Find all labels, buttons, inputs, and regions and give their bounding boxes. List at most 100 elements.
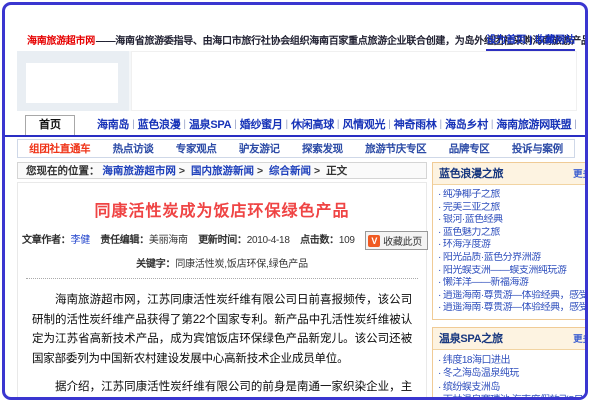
article-keywords: 关键字：同康活性炭,饭店环保,绿色产品 xyxy=(18,255,426,270)
nav-item-haidao[interactable]: 海岛乡村 xyxy=(445,116,488,132)
nav-item-wenquanspa[interactable]: 温泉SPA xyxy=(189,116,231,132)
keywords-label: 关键字： xyxy=(136,259,175,270)
sidebar-link[interactable]: ·完美三亚之旅 xyxy=(438,202,588,215)
article-column: 您现在的位置： 海南旅游超市网> 国内旅游新闻> 综合新闻> 正文 同康活性炭成… xyxy=(17,162,427,400)
main-nav: 首页 海南岛| 蓝色浪漫| 温泉SPA| 婚纱蜜月| 休闲高球| 风情观光| 神… xyxy=(5,115,585,137)
sidebar-box-header: 温泉SPA之旅 更多>> xyxy=(433,328,588,350)
sidebar-link[interactable]: ·懒洋洋——新福海游 xyxy=(438,277,588,290)
bullet-icon: · xyxy=(438,202,441,213)
sidebar-link[interactable]: ·蓝色魅力之旅 xyxy=(438,227,588,240)
site-header: 海南旅游超市网——海南省旅游委指导、由海口市旅行社协会组织海南百家重点旅游企业联… xyxy=(5,5,585,49)
article-paragraph: 据介绍，江苏同康活性炭纤维有限公司的前身是南通一家织染企业，主要从事纺织品的来料… xyxy=(32,378,412,400)
article-title: 同康活性炭成为饭店环保绿色产品 xyxy=(18,197,426,221)
clicks-field: 点击数：109 xyxy=(300,235,355,246)
subnav-item-pinpai[interactable]: 品牌专区 xyxy=(449,141,490,156)
main-content: 您现在的位置： 海南旅游超市网> 国内旅游新闻> 综合新闻> 正文 同康活性炭成… xyxy=(17,162,575,400)
favorite-site-link[interactable]: 收藏网站 xyxy=(535,35,575,46)
set-home-link[interactable]: 设为首页 xyxy=(486,35,526,46)
bullet-icon: · xyxy=(438,290,441,301)
nav-item-hunsha[interactable]: 婚纱蜜月 xyxy=(240,116,283,132)
nav-item-lianmeng[interactable]: 海南旅游网联盟 xyxy=(496,116,571,132)
favorite-icon: V xyxy=(368,235,380,247)
sidebar-link-label: 纬度18海口进出 xyxy=(443,355,510,366)
article-body: 海南旅游超市网，江苏同康活性炭纤维有限公司日前喜报频传，该公司研制的活性炭纤维产… xyxy=(18,279,426,400)
breadcrumb-separator: > xyxy=(314,165,320,177)
author-label: 文章作者： xyxy=(22,235,71,246)
author-link[interactable]: 李健 xyxy=(71,235,90,246)
sidebar-box-blue-romance: 蓝色浪漫之旅 更多>> ·纯净椰子之旅 ·完美三亚之旅 ·银河·蓝色经典 ·蓝色… xyxy=(432,162,588,320)
updated-field: 更新时间：2010-4-18 xyxy=(198,235,289,246)
bullet-icon: · xyxy=(438,227,441,238)
more-link[interactable]: 更多>> xyxy=(573,166,588,180)
breadcrumb-link-zonghe[interactable]: 综合新闻 xyxy=(269,165,311,177)
sidebar-link[interactable]: ·缤纷蜈支洲岛 xyxy=(438,381,588,395)
bullet-icon: · xyxy=(438,214,441,225)
sidebar-link[interactable]: ·纯净椰子之旅 xyxy=(438,189,588,202)
tab-home[interactable]: 首页 xyxy=(25,115,75,135)
updated-label: 更新时间： xyxy=(198,235,247,246)
sidebar-link-label: 环海浮度游 xyxy=(443,239,491,250)
sidebar-link-label: 逍遥海南·尊贵游—体验经典，感受尊贵 xyxy=(443,302,588,313)
bullet-icon: · xyxy=(438,277,441,288)
sidebar-link[interactable]: ·逍遥海南·尊贵游—体验经典，感受尊贵 xyxy=(438,290,588,303)
editor-field: 责任编辑：美丽海南 xyxy=(100,235,187,246)
sidebar-box-title: 温泉SPA之旅 xyxy=(439,330,503,346)
main-nav-links: 海南岛| 蓝色浪漫| 温泉SPA| 婚纱蜜月| 休闲高球| 风情观光| 神奇雨林… xyxy=(75,116,585,135)
sidebar-link-label: 阳光品质·蓝色分界洲游 xyxy=(443,252,541,263)
sidebar-box-spa: 温泉SPA之旅 更多>> ·纬度18海口进出 ·冬之海岛温泉纯玩 ·缤纷蜈支洲岛… xyxy=(432,327,588,400)
nav-item-shenqi[interactable]: 神奇雨林 xyxy=(394,116,437,132)
sidebar-link-label: 逍遥海南·尊贵游—体验经典，感受尊贵 xyxy=(443,290,588,301)
editor-value: 美丽海南 xyxy=(149,235,188,246)
favorite-page-label: 收藏此页 xyxy=(383,233,422,248)
sidebar-link[interactable]: ·阳光蜈支洲——蜈支洲纯玩游 xyxy=(438,265,588,278)
subnav-item-jieqing[interactable]: 旅游节庆专区 xyxy=(365,141,426,156)
bullet-icon: · xyxy=(438,395,441,400)
breadcrumb-link-news[interactable]: 国内旅游新闻 xyxy=(191,165,254,177)
bullet-icon: · xyxy=(438,252,441,263)
subnav-item-lvyou[interactable]: 驴友游记 xyxy=(239,141,280,156)
nav-separator: | xyxy=(491,119,494,130)
banner-main-placeholder xyxy=(131,51,577,111)
header-links: 设为首页|收藏网站 xyxy=(486,31,575,51)
sidebar-link-label: 雨林温泉赛璞池 海南度假放飞5日 xyxy=(443,395,583,400)
sidebar-link[interactable]: ·逍遥海南·尊贵游—体验经典，感受尊贵 xyxy=(438,302,588,315)
sidebar-link[interactable]: ·雨林温泉赛璞池 海南度假放飞5日 xyxy=(438,394,588,400)
sidebar-link-label: 阳光蜈支洲——蜈支洲纯玩游 xyxy=(443,265,567,276)
subnav-item-tousu[interactable]: 投诉与案例 xyxy=(512,141,563,156)
bullet-icon: · xyxy=(438,239,441,250)
sidebar-link-list: ·纬度18海口进出 ·冬之海岛温泉纯玩 ·缤纷蜈支洲岛 ·雨林温泉赛璞池 海南度… xyxy=(433,350,588,400)
breadcrumb-link-home[interactable]: 海南旅游超市网 xyxy=(102,165,176,177)
nav-separator: | xyxy=(388,119,391,130)
nav-separator: | xyxy=(132,119,135,130)
sidebar-link-label: 纯净椰子之旅 xyxy=(443,189,500,200)
sidebar-link[interactable]: ·阳光品质·蓝色分界洲游 xyxy=(438,252,588,265)
sidebar-box-title: 蓝色浪漫之旅 xyxy=(439,165,503,181)
sidebar-link[interactable]: ·纬度18海口进出 xyxy=(438,354,588,368)
nav-item-fengqing[interactable]: 风情观光 xyxy=(342,116,385,132)
nav-item-hainandao[interactable]: 海南岛 xyxy=(97,116,129,132)
author-field: 文章作者：李健 xyxy=(22,235,90,246)
subnav-item-redian[interactable]: 热点访谈 xyxy=(113,141,154,156)
nav-separator: | xyxy=(440,119,443,130)
nav-separator: | xyxy=(286,119,289,130)
sidebar-link[interactable]: ·冬之海岛温泉纯玩 xyxy=(438,367,588,381)
sidebar-link-label: 蓝色魅力之旅 xyxy=(443,227,500,238)
clicks-value: 109 xyxy=(339,235,355,246)
bullet-icon: · xyxy=(438,189,441,200)
updated-value: 2010-4-18 xyxy=(247,235,290,246)
nav-separator: | xyxy=(234,119,237,130)
sidebar-link[interactable]: ·银河·蓝色经典 xyxy=(438,214,588,227)
sidebar-box-header: 蓝色浪漫之旅 更多>> xyxy=(433,163,588,185)
nav-separator: | xyxy=(337,119,340,130)
subnav-item-zutuanshe[interactable]: 组团社直通车 xyxy=(29,141,90,156)
sidebar-link[interactable]: ·环海浮度游 xyxy=(438,239,588,252)
nav-item-lansilangman[interactable]: 蓝色浪漫 xyxy=(138,116,181,132)
bullet-icon: · xyxy=(438,302,441,313)
subnav-item-zhuanjia[interactable]: 专家观点 xyxy=(176,141,217,156)
more-link[interactable]: 更多>> xyxy=(573,331,588,345)
bullet-icon: · xyxy=(438,382,441,393)
article-meta: 文章作者：李健 责任编辑：美丽海南 更新时间：2010-4-18 点击数：109… xyxy=(18,231,426,250)
subnav-item-tansuo[interactable]: 探索发现 xyxy=(302,141,343,156)
nav-item-xiuxian[interactable]: 休闲高球 xyxy=(291,116,334,132)
favorite-page-button[interactable]: V收藏此页 xyxy=(365,231,428,250)
